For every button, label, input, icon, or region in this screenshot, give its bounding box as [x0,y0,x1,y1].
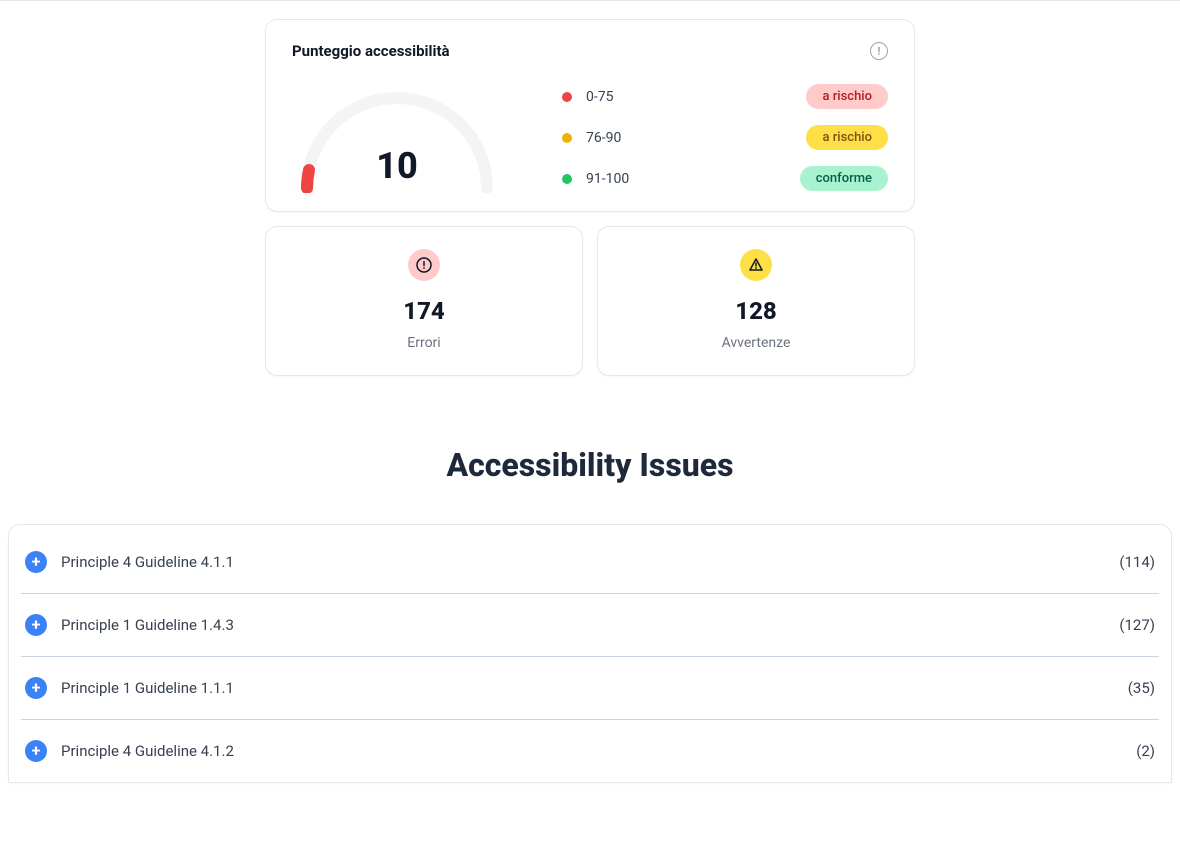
legend-row-high: 91-100 conforme [562,166,888,191]
legend-range: 76-90 [586,130,646,146]
legend-range: 0-75 [586,89,646,105]
issue-label: Principle 4 Guideline 4.1.2 [61,742,234,760]
issue-row[interactable]: + Principle 4 Guideline 4.1.2 (2) [21,720,1159,782]
score-card-body: 10 0-75 a rischio 76-90 a rischio 91-100… [292,78,888,193]
issue-label: Principle 4 Guideline 4.1.1 [61,553,234,571]
warnings-label: Avvertenze [608,335,904,351]
issues-panel: + Principle 4 Guideline 4.1.1 (114) + Pr… [8,524,1172,783]
dot-yellow-icon [562,133,572,143]
stat-cards: 174 Errori 128 Avvertenze [265,226,915,376]
issues-title: Accessibility Issues [0,446,1180,484]
issue-row[interactable]: + Principle 4 Guideline 4.1.1 (114) [21,531,1159,594]
plus-icon: + [25,551,47,573]
warnings-card: 128 Avvertenze [597,226,915,376]
status-badge: conforme [800,166,888,191]
dashboard: Punteggio accessibilità ! 10 0-75 a risc… [265,19,915,376]
score-card-header: Punteggio accessibilità ! [292,42,888,60]
score-card: Punteggio accessibilità ! 10 0-75 a risc… [265,19,915,212]
errors-card: 174 Errori [265,226,583,376]
issue-count: (114) [1119,553,1155,571]
warnings-value: 128 [608,297,904,325]
errors-value: 174 [276,297,572,325]
errors-label: Errori [276,335,572,351]
issue-label: Principle 1 Guideline 1.4.3 [61,616,234,634]
info-icon[interactable]: ! [870,42,888,60]
plus-icon: + [25,614,47,636]
legend-range: 91-100 [586,171,646,187]
dot-red-icon [562,92,572,102]
issue-count: (35) [1128,679,1155,697]
legend-row-mid: 76-90 a rischio [562,125,888,150]
plus-icon: + [25,677,47,699]
legend-row-low: 0-75 a rischio [562,84,888,109]
error-icon [408,249,440,281]
issue-label: Principle 1 Guideline 1.1.1 [61,679,234,697]
warning-icon [740,249,772,281]
status-badge: a rischio [806,84,888,109]
score-gauge: 10 [292,78,502,193]
dot-green-icon [562,174,572,184]
issue-count: (2) [1136,742,1155,760]
issue-row[interactable]: + Principle 1 Guideline 1.1.1 (35) [21,657,1159,720]
issue-row[interactable]: + Principle 1 Guideline 1.4.3 (127) [21,594,1159,657]
score-legend: 0-75 a rischio 76-90 a rischio 91-100 co… [562,80,888,191]
plus-icon: + [25,740,47,762]
status-badge: a rischio [806,125,888,150]
issue-count: (127) [1119,616,1155,634]
score-title: Punteggio accessibilità [292,42,450,60]
gauge-arc-icon [292,78,502,193]
